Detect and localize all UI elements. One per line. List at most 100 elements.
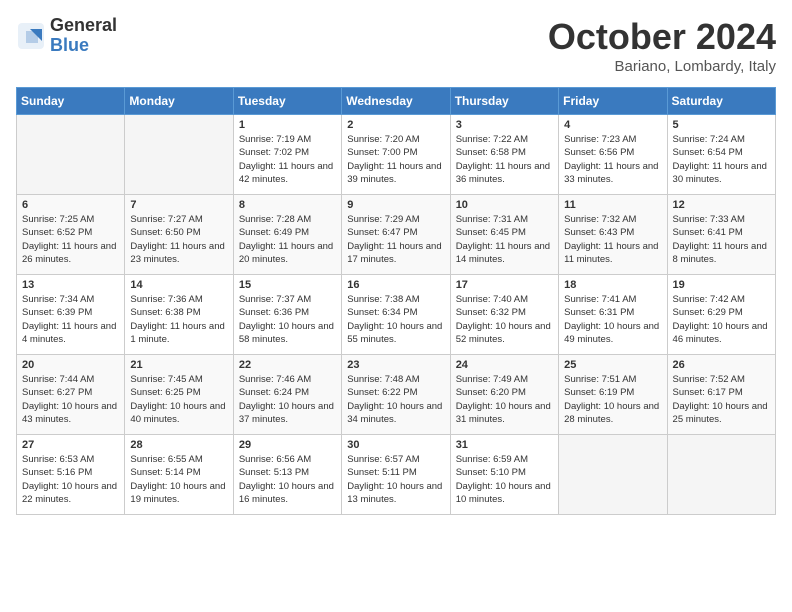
calendar-cell: 7 Sunrise: 7:27 AMSunset: 6:50 PMDayligh… xyxy=(125,195,233,275)
day-info: Sunrise: 7:52 AMSunset: 6:17 PMDaylight:… xyxy=(673,374,768,425)
calendar-cell: 22 Sunrise: 7:46 AMSunset: 6:24 PMDaylig… xyxy=(233,355,341,435)
calendar-cell: 4 Sunrise: 7:23 AMSunset: 6:56 PMDayligh… xyxy=(559,115,667,195)
calendar-cell xyxy=(125,115,233,195)
calendar-cell: 11 Sunrise: 7:32 AMSunset: 6:43 PMDaylig… xyxy=(559,195,667,275)
day-info: Sunrise: 7:27 AMSunset: 6:50 PMDaylight:… xyxy=(130,214,224,265)
day-number: 1 xyxy=(239,119,336,131)
day-info: Sunrise: 7:42 AMSunset: 6:29 PMDaylight:… xyxy=(673,294,768,345)
header-day-tuesday: Tuesday xyxy=(233,88,341,115)
day-info: Sunrise: 7:46 AMSunset: 6:24 PMDaylight:… xyxy=(239,374,334,425)
header-day-friday: Friday xyxy=(559,88,667,115)
day-number: 23 xyxy=(347,359,444,371)
calendar-cell: 19 Sunrise: 7:42 AMSunset: 6:29 PMDaylig… xyxy=(667,275,775,355)
calendar-cell: 16 Sunrise: 7:38 AMSunset: 6:34 PMDaylig… xyxy=(342,275,450,355)
day-info: Sunrise: 7:23 AMSunset: 6:56 PMDaylight:… xyxy=(564,134,658,185)
day-number: 26 xyxy=(673,359,770,371)
day-info: Sunrise: 7:31 AMSunset: 6:45 PMDaylight:… xyxy=(456,214,550,265)
calendar-cell: 30 Sunrise: 6:57 AMSunset: 5:11 PMDaylig… xyxy=(342,435,450,515)
week-row-1: 1 Sunrise: 7:19 AMSunset: 7:02 PMDayligh… xyxy=(17,115,776,195)
header-day-monday: Monday xyxy=(125,88,233,115)
day-number: 28 xyxy=(130,439,227,451)
day-info: Sunrise: 6:53 AMSunset: 5:16 PMDaylight:… xyxy=(22,454,117,505)
week-row-5: 27 Sunrise: 6:53 AMSunset: 5:16 PMDaylig… xyxy=(17,435,776,515)
day-number: 3 xyxy=(456,119,553,131)
calendar-cell: 21 Sunrise: 7:45 AMSunset: 6:25 PMDaylig… xyxy=(125,355,233,435)
day-info: Sunrise: 7:38 AMSunset: 6:34 PMDaylight:… xyxy=(347,294,442,345)
title-block: October 2024 Bariano, Lombardy, Italy xyxy=(548,16,776,75)
day-number: 5 xyxy=(673,119,770,131)
header-day-sunday: Sunday xyxy=(17,88,125,115)
day-number: 14 xyxy=(130,279,227,291)
header-day-saturday: Saturday xyxy=(667,88,775,115)
day-number: 21 xyxy=(130,359,227,371)
calendar-cell xyxy=(17,115,125,195)
day-number: 24 xyxy=(456,359,553,371)
day-info: Sunrise: 7:19 AMSunset: 7:02 PMDaylight:… xyxy=(239,134,333,185)
day-info: Sunrise: 7:20 AMSunset: 7:00 PMDaylight:… xyxy=(347,134,441,185)
day-info: Sunrise: 7:41 AMSunset: 6:31 PMDaylight:… xyxy=(564,294,659,345)
day-number: 19 xyxy=(673,279,770,291)
day-info: Sunrise: 6:59 AMSunset: 5:10 PMDaylight:… xyxy=(456,454,551,505)
day-number: 7 xyxy=(130,199,227,211)
day-number: 2 xyxy=(347,119,444,131)
day-info: Sunrise: 7:44 AMSunset: 6:27 PMDaylight:… xyxy=(22,374,117,425)
calendar-cell: 8 Sunrise: 7:28 AMSunset: 6:49 PMDayligh… xyxy=(233,195,341,275)
calendar-cell: 12 Sunrise: 7:33 AMSunset: 6:41 PMDaylig… xyxy=(667,195,775,275)
calendar-cell: 28 Sunrise: 6:55 AMSunset: 5:14 PMDaylig… xyxy=(125,435,233,515)
calendar-cell: 24 Sunrise: 7:49 AMSunset: 6:20 PMDaylig… xyxy=(450,355,558,435)
day-number: 20 xyxy=(22,359,119,371)
calendar-cell: 31 Sunrise: 6:59 AMSunset: 5:10 PMDaylig… xyxy=(450,435,558,515)
day-info: Sunrise: 7:48 AMSunset: 6:22 PMDaylight:… xyxy=(347,374,442,425)
day-info: Sunrise: 7:51 AMSunset: 6:19 PMDaylight:… xyxy=(564,374,659,425)
day-number: 29 xyxy=(239,439,336,451)
day-number: 8 xyxy=(239,199,336,211)
day-number: 25 xyxy=(564,359,661,371)
day-number: 15 xyxy=(239,279,336,291)
header-row: SundayMondayTuesdayWednesdayThursdayFrid… xyxy=(17,88,776,115)
day-info: Sunrise: 7:33 AMSunset: 6:41 PMDaylight:… xyxy=(673,214,767,265)
calendar-cell: 20 Sunrise: 7:44 AMSunset: 6:27 PMDaylig… xyxy=(17,355,125,435)
calendar-cell xyxy=(667,435,775,515)
day-number: 30 xyxy=(347,439,444,451)
calendar-cell xyxy=(559,435,667,515)
week-row-2: 6 Sunrise: 7:25 AMSunset: 6:52 PMDayligh… xyxy=(17,195,776,275)
calendar-cell: 26 Sunrise: 7:52 AMSunset: 6:17 PMDaylig… xyxy=(667,355,775,435)
day-number: 31 xyxy=(456,439,553,451)
logo-blue: Blue xyxy=(50,36,117,56)
day-number: 6 xyxy=(22,199,119,211)
calendar-table: SundayMondayTuesdayWednesdayThursdayFrid… xyxy=(16,87,776,515)
location: Bariano, Lombardy, Italy xyxy=(548,58,776,75)
day-info: Sunrise: 6:55 AMSunset: 5:14 PMDaylight:… xyxy=(130,454,225,505)
day-number: 27 xyxy=(22,439,119,451)
calendar-cell: 2 Sunrise: 7:20 AMSunset: 7:00 PMDayligh… xyxy=(342,115,450,195)
day-info: Sunrise: 6:56 AMSunset: 5:13 PMDaylight:… xyxy=(239,454,334,505)
calendar-cell: 3 Sunrise: 7:22 AMSunset: 6:58 PMDayligh… xyxy=(450,115,558,195)
day-info: Sunrise: 7:36 AMSunset: 6:38 PMDaylight:… xyxy=(130,294,224,345)
header-day-wednesday: Wednesday xyxy=(342,88,450,115)
logo: General Blue xyxy=(16,16,117,56)
calendar-header: SundayMondayTuesdayWednesdayThursdayFrid… xyxy=(17,88,776,115)
day-info: Sunrise: 7:29 AMSunset: 6:47 PMDaylight:… xyxy=(347,214,441,265)
calendar-cell: 23 Sunrise: 7:48 AMSunset: 6:22 PMDaylig… xyxy=(342,355,450,435)
calendar-body: 1 Sunrise: 7:19 AMSunset: 7:02 PMDayligh… xyxy=(17,115,776,515)
calendar-cell: 15 Sunrise: 7:37 AMSunset: 6:36 PMDaylig… xyxy=(233,275,341,355)
logo-general: General xyxy=(50,16,117,36)
day-number: 18 xyxy=(564,279,661,291)
week-row-3: 13 Sunrise: 7:34 AMSunset: 6:39 PMDaylig… xyxy=(17,275,776,355)
day-info: Sunrise: 7:34 AMSunset: 6:39 PMDaylight:… xyxy=(22,294,116,345)
calendar-cell: 9 Sunrise: 7:29 AMSunset: 6:47 PMDayligh… xyxy=(342,195,450,275)
calendar-cell: 10 Sunrise: 7:31 AMSunset: 6:45 PMDaylig… xyxy=(450,195,558,275)
day-info: Sunrise: 7:25 AMSunset: 6:52 PMDaylight:… xyxy=(22,214,116,265)
calendar-cell: 14 Sunrise: 7:36 AMSunset: 6:38 PMDaylig… xyxy=(125,275,233,355)
calendar-cell: 18 Sunrise: 7:41 AMSunset: 6:31 PMDaylig… xyxy=(559,275,667,355)
day-number: 17 xyxy=(456,279,553,291)
calendar-cell: 27 Sunrise: 6:53 AMSunset: 5:16 PMDaylig… xyxy=(17,435,125,515)
logo-text: General Blue xyxy=(50,16,117,56)
header-day-thursday: Thursday xyxy=(450,88,558,115)
calendar-cell: 6 Sunrise: 7:25 AMSunset: 6:52 PMDayligh… xyxy=(17,195,125,275)
day-info: Sunrise: 7:49 AMSunset: 6:20 PMDaylight:… xyxy=(456,374,551,425)
day-number: 13 xyxy=(22,279,119,291)
calendar-cell: 1 Sunrise: 7:19 AMSunset: 7:02 PMDayligh… xyxy=(233,115,341,195)
day-info: Sunrise: 7:32 AMSunset: 6:43 PMDaylight:… xyxy=(564,214,658,265)
day-info: Sunrise: 7:45 AMSunset: 6:25 PMDaylight:… xyxy=(130,374,225,425)
